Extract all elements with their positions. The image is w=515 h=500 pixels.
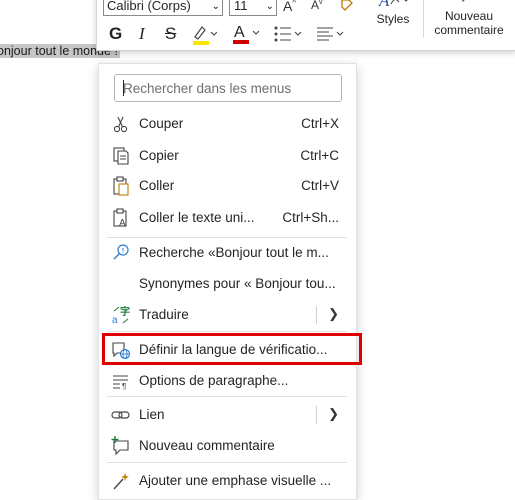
highlight-color-button[interactable] xyxy=(191,24,218,46)
translate-icon: a 字 xyxy=(111,305,131,326)
menu-item-shortcut: Ctrl+C xyxy=(300,148,339,163)
menu-item-translate[interactable]: a 字 Traduire ❯ xyxy=(105,300,351,330)
menu-item-label: Options de paragraphe... xyxy=(139,373,289,388)
menu-item-new-comment[interactable]: Nouveau commentaire xyxy=(105,431,351,461)
menu-item-label: Copier xyxy=(139,148,179,163)
mini-toolbar: Calibri (Corps) ⌄ 11 ⌄ A^ Av G I S A A S… xyxy=(96,0,515,51)
menu-item-link[interactable]: Lien ❯ xyxy=(105,400,351,430)
submenu-divider xyxy=(316,406,317,424)
italic-button[interactable]: I xyxy=(139,22,145,46)
toolbar-divider xyxy=(423,0,424,38)
styles-label: Styles xyxy=(376,12,410,26)
menu-item-label: Traduire xyxy=(139,307,189,322)
paste-text-icon: A xyxy=(111,208,131,229)
font-size-value: 11 xyxy=(234,0,248,13)
chevron-right-icon[interactable]: ❯ xyxy=(328,406,339,422)
new-comment-label: Nouveau commentaire xyxy=(427,9,511,37)
align-left-icon xyxy=(317,27,344,41)
search-lookup-icon xyxy=(111,243,131,263)
language-icon xyxy=(111,340,131,360)
chevron-right-icon[interactable]: ❯ xyxy=(328,306,339,322)
bullet-list-button[interactable] xyxy=(273,24,303,44)
font-name-value: Calibri (Corps) xyxy=(107,0,191,13)
menu-search-input[interactable] xyxy=(123,76,338,100)
scissors-icon xyxy=(111,114,131,134)
menu-item-label: Coller xyxy=(139,178,175,193)
new-comment-label-line1: Nouveau xyxy=(444,9,494,23)
menu-item-label: Nouveau commentaire xyxy=(139,438,275,453)
link-icon xyxy=(111,405,131,425)
menu-item-shortcut: Ctrl+Sh... xyxy=(282,210,339,225)
menu-item-paste-text-only[interactable]: A Coller le texte uni... Ctrl+Sh... xyxy=(105,203,351,233)
svg-text:A: A xyxy=(119,218,126,228)
sparkle-wand-icon xyxy=(111,471,131,491)
menu-item-label: Lien xyxy=(139,407,165,422)
paragraph-icon: ¶ xyxy=(111,371,131,391)
new-comment-label-line2: commentaire xyxy=(434,23,504,37)
strikethrough-button[interactable]: S xyxy=(165,22,176,46)
menu-separator xyxy=(107,331,347,332)
menu-item-cut[interactable]: Couper Ctrl+X xyxy=(105,109,351,139)
paste-icon xyxy=(111,176,131,196)
grow-font-icon[interactable]: A^ xyxy=(283,0,296,14)
menu-item-label: Définir la langue de vérificatio... xyxy=(139,342,328,357)
menu-item-label: Couper xyxy=(139,116,184,131)
font-name-dropdown[interactable]: Calibri (Corps) ⌄ xyxy=(103,0,223,16)
menu-item-search-lookup[interactable]: Recherche «Bonjour tout le m... xyxy=(105,238,351,268)
bullet-list-icon xyxy=(274,26,302,42)
comment-bubble-icon xyxy=(462,0,465,3)
menu-search-box[interactable] xyxy=(114,74,342,102)
menu-item-shortcut: Ctrl+X xyxy=(301,116,339,131)
menu-item-label: Recherche «Bonjour tout le m... xyxy=(139,245,329,260)
comment-icon xyxy=(111,436,131,456)
svg-text:¶: ¶ xyxy=(122,382,126,391)
bold-button[interactable]: G xyxy=(109,22,122,46)
menu-item-label: Ajouter une emphase visuelle ... xyxy=(139,473,332,488)
chevron-down-icon: ⌄ xyxy=(265,1,274,12)
menu-separator xyxy=(107,462,347,463)
shrink-font-icon[interactable]: Av xyxy=(311,0,323,12)
menu-item-label: Coller le texte uni... xyxy=(139,210,255,225)
highlighter-icon xyxy=(193,26,218,45)
text-caret xyxy=(123,80,124,96)
styles-icon: A xyxy=(378,0,408,10)
menu-item-visual-emphasis[interactable]: Ajouter une emphase visuelle ... xyxy=(105,466,351,496)
format-painter-icon[interactable] xyxy=(339,0,355,15)
svg-text:字: 字 xyxy=(120,305,130,318)
menu-separator xyxy=(107,396,347,397)
menu-item-paste[interactable]: Coller Ctrl+V xyxy=(105,171,351,201)
font-color-button[interactable]: A xyxy=(231,22,261,46)
new-comment-button[interactable]: Nouveau commentaire xyxy=(427,0,511,38)
menu-item-copy[interactable]: Copier Ctrl+C xyxy=(105,141,351,171)
menu-item-set-proofing-language[interactable]: Définir la langue de vérificatio... xyxy=(102,333,362,365)
menu-item-paragraph-options[interactable]: ¶ Options de paragraphe... xyxy=(105,366,351,396)
chevron-down-icon: ⌄ xyxy=(211,1,220,12)
menu-item-label: Synonymes pour « Bonjour tou... xyxy=(139,276,336,291)
font-color-icon: A xyxy=(233,24,260,44)
font-size-dropdown[interactable]: 11 ⌄ xyxy=(229,0,277,16)
submenu-divider xyxy=(316,306,317,324)
align-button[interactable] xyxy=(315,24,345,44)
svg-text:A: A xyxy=(234,24,245,41)
context-menu: Couper Ctrl+X Copier Ctrl+C Coller Ctrl+… xyxy=(98,63,362,500)
svg-text:a: a xyxy=(112,315,118,325)
menu-item-synonyms[interactable]: Synonymes pour « Bonjour tou... xyxy=(105,269,351,299)
copy-icon xyxy=(111,146,131,166)
svg-text:A: A xyxy=(378,0,390,10)
styles-button[interactable]: A Styles xyxy=(369,0,417,34)
menu-item-shortcut: Ctrl+V xyxy=(301,178,339,193)
